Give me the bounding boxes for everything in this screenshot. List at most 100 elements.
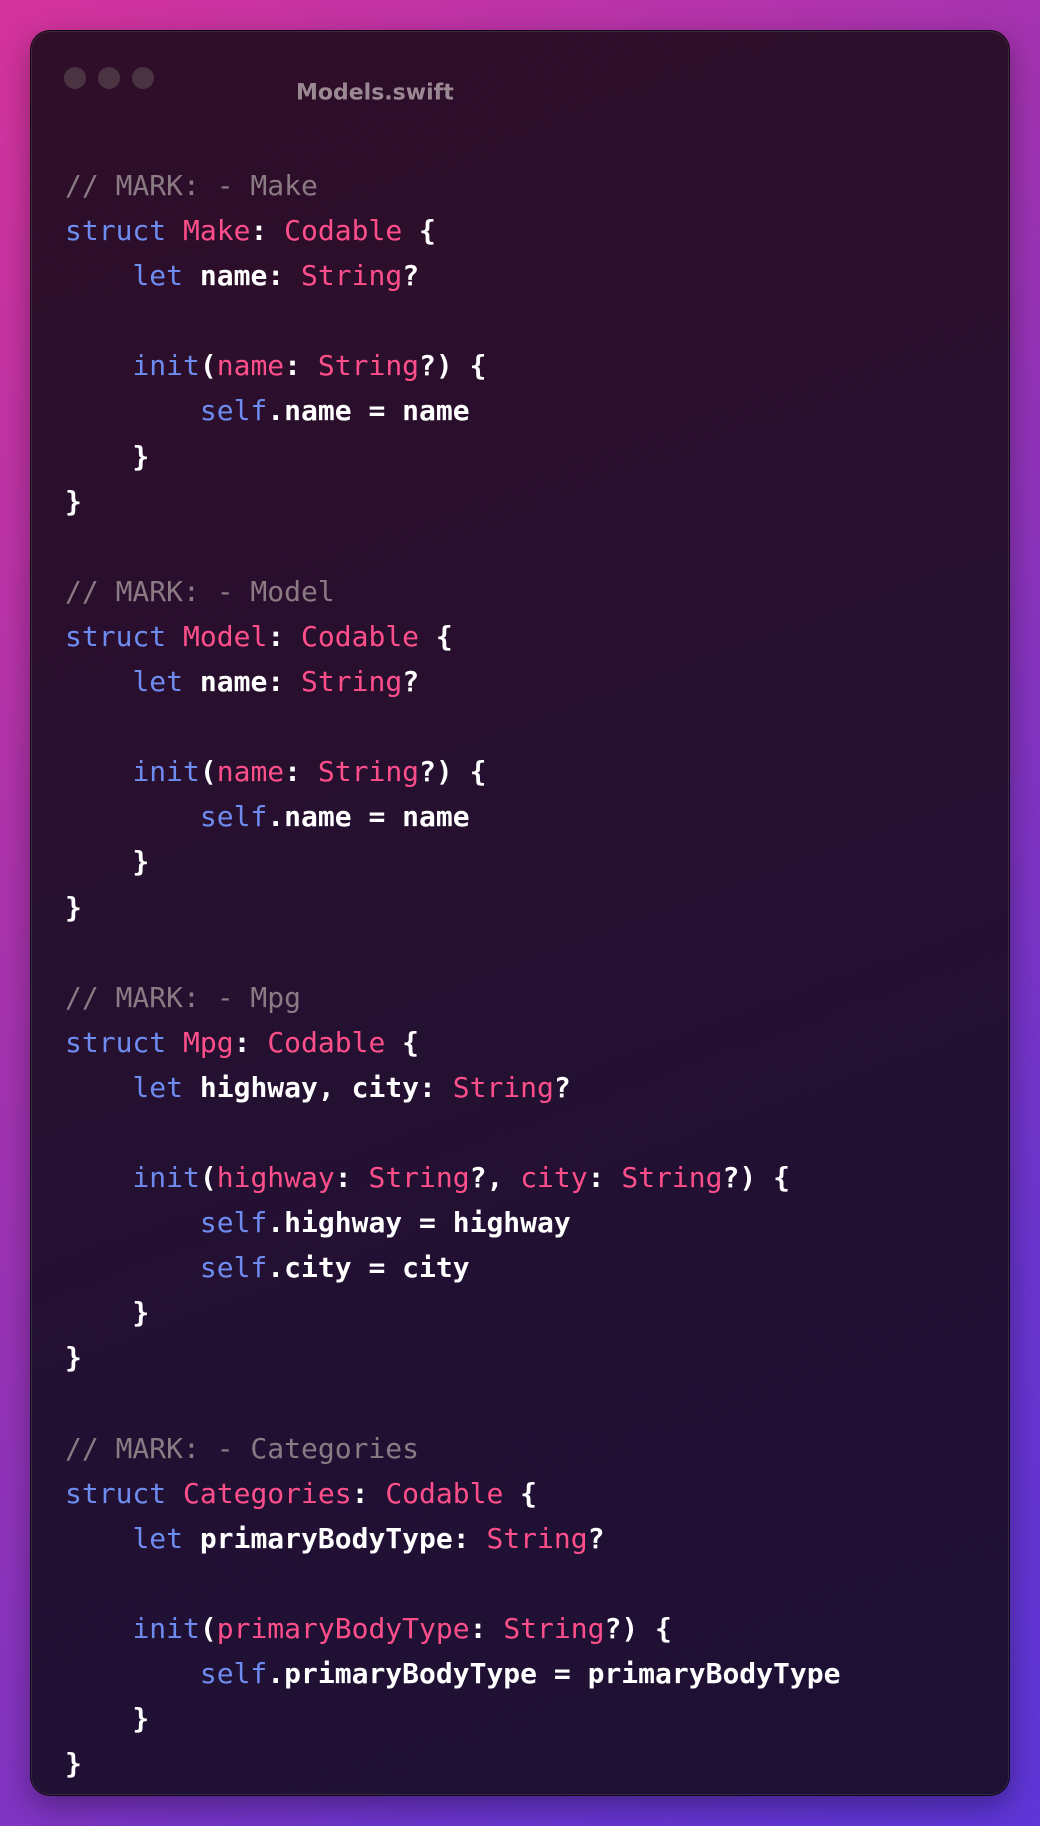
- code-token-param: city: [520, 1161, 588, 1195]
- code-token-keyword: self: [199, 1251, 268, 1285]
- code-token-plain: }: [65, 1702, 150, 1736]
- code-token-plain: highway, city:: [183, 1070, 453, 1104]
- code-token-plain: .city = city: [267, 1251, 470, 1285]
- code-token-plain: ?) {: [419, 349, 487, 383]
- code-token-keyword: self: [199, 1657, 268, 1691]
- code-token-plain: ?) {: [419, 755, 487, 789]
- code-token-type: String: [301, 665, 403, 699]
- code-token-plain: ?: [553, 1070, 571, 1104]
- close-icon[interactable]: [64, 67, 86, 89]
- code-line: // MARK: - Categories: [65, 1426, 840, 1471]
- code-token-plain: :: [284, 755, 318, 789]
- code-line: let primaryBodyType: String?: [65, 1516, 840, 1561]
- zoom-icon[interactable]: [132, 67, 154, 89]
- code-token-plain: }: [65, 1296, 150, 1330]
- code-token-plain: :: [469, 1612, 504, 1645]
- code-token-plain: }: [65, 439, 150, 473]
- code-token-plain: {: [503, 1476, 538, 1510]
- code-token-plain: {: [402, 214, 436, 248]
- code-token-type: Categories: [183, 1476, 352, 1510]
- code-token-keyword: let: [132, 1521, 184, 1555]
- code-line: // MARK: - Make: [65, 163, 840, 208]
- code-token-plain: :: [267, 619, 302, 653]
- code-token-type: Codable: [385, 1476, 504, 1510]
- code-window: Models.swift // MARK: - Make struct Make:…: [30, 30, 1010, 1796]
- code-token-keyword: let: [132, 259, 184, 293]
- code-token-plain: :: [284, 349, 318, 383]
- code-token-plain: (: [199, 1161, 217, 1195]
- code-line: self.name = name: [65, 794, 840, 839]
- code-token-type: String: [317, 349, 420, 383]
- code-line: }: [65, 1696, 840, 1741]
- code-editor[interactable]: // MARK: - Make struct Make: Codable { le…: [65, 163, 840, 1786]
- code-token-keyword: init: [132, 755, 200, 789]
- code-token-keyword: struct: [65, 1025, 167, 1059]
- code-token-type: String: [452, 1070, 554, 1104]
- code-token-plain: }: [65, 1747, 82, 1781]
- code-token-type: Mpg: [183, 1025, 234, 1059]
- code-token-plain: :: [351, 1476, 386, 1510]
- code-token-plain: {: [419, 619, 453, 653]
- code-line: struct Model: Codable {: [65, 614, 840, 659]
- code-line: }: [65, 1290, 840, 1335]
- minimize-icon[interactable]: [98, 67, 120, 89]
- code-token-keyword: self: [199, 1206, 268, 1240]
- code-token-plain: {: [385, 1025, 420, 1059]
- code-token-plain: .name = name: [267, 394, 470, 428]
- code-token-plain: primaryBodyType:: [183, 1521, 487, 1555]
- code-token-keyword: init: [132, 1612, 200, 1645]
- code-token-plain: ?: [587, 1521, 605, 1555]
- code-token-plain: }: [65, 845, 150, 879]
- code-token-type: String: [503, 1612, 605, 1645]
- code-token-plain: name:: [183, 665, 302, 699]
- code-line: let highway, city: String?: [65, 1065, 840, 1110]
- code-token-plain: (: [199, 349, 217, 383]
- code-line: struct Mpg: Codable {: [65, 1020, 840, 1065]
- code-line: }: [65, 479, 840, 524]
- code-line: self.name = name: [65, 388, 840, 433]
- code-token-plain: .name = name: [267, 800, 470, 834]
- code-token-plain: ?,: [469, 1161, 521, 1195]
- code-line: self.highway = highway: [65, 1200, 840, 1245]
- code-token-plain: .primaryBodyType = primaryBodyType: [267, 1657, 841, 1691]
- code-token-comment: // MARK: - Make: [65, 169, 318, 202]
- code-token-plain: :: [250, 214, 285, 248]
- code-token-type: Model: [183, 619, 268, 653]
- code-token-keyword: self: [199, 800, 268, 834]
- code-token-plain: ?) {: [722, 1161, 790, 1195]
- code-line: }: [65, 885, 840, 930]
- code-line: init(highway: String?, city: String?) {: [65, 1155, 840, 1200]
- code-token-plain: ?) {: [604, 1612, 672, 1645]
- window-titlebar: Models.swift: [31, 31, 1009, 121]
- code-line: struct Make: Codable {: [65, 208, 840, 253]
- code-token-type: String: [621, 1161, 723, 1195]
- code-line: }: [65, 1741, 840, 1786]
- code-token-param: name: [216, 755, 285, 789]
- code-token-keyword: struct: [65, 619, 167, 653]
- code-token-keyword: let: [132, 665, 184, 699]
- code-token-keyword: let: [132, 1070, 184, 1104]
- code-token-comment: // MARK: - Model: [65, 574, 335, 608]
- code-line: }: [65, 839, 840, 884]
- code-line: }: [65, 434, 840, 479]
- code-token-keyword: self: [199, 394, 268, 428]
- code-token-param: primaryBodyType: [216, 1612, 470, 1645]
- code-token-plain: :: [587, 1161, 622, 1195]
